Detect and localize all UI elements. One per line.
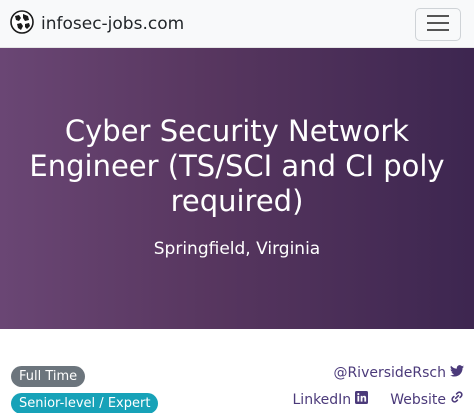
job-hero-banner: Cyber Security Network Engineer (TS/SCI … xyxy=(0,48,474,329)
brand-name: infosec-jobs.com xyxy=(41,14,185,34)
twitter-link[interactable]: @RiversideRsch xyxy=(333,364,464,382)
brand-link[interactable]: infosec-jobs.com xyxy=(10,10,184,38)
linkedin-icon xyxy=(355,390,369,409)
company-links: LinkedIn Website xyxy=(293,390,465,409)
employment-type-badge[interactable]: Full Time xyxy=(11,366,86,387)
website-label: Website xyxy=(390,391,446,408)
navbar-toggle-button[interactable] xyxy=(415,8,461,41)
linkedin-link[interactable]: LinkedIn xyxy=(292,390,369,409)
navbar: infosec-jobs.com xyxy=(0,0,474,48)
twitter-handle: @RiversideRsch xyxy=(333,365,446,381)
world-logo-icon xyxy=(10,10,34,38)
linkedin-label: LinkedIn xyxy=(292,391,352,408)
website-link[interactable]: Website xyxy=(390,390,464,409)
job-title: Cyber Security Network Engineer (TS/SCI … xyxy=(29,114,445,218)
job-location: Springfield, Virginia xyxy=(153,239,321,259)
hamburger-icon xyxy=(427,14,449,35)
link-chain-icon xyxy=(450,390,464,409)
twitter-icon xyxy=(450,364,464,382)
experience-level-badge[interactable]: Senior-level / Expert xyxy=(11,393,159,413)
